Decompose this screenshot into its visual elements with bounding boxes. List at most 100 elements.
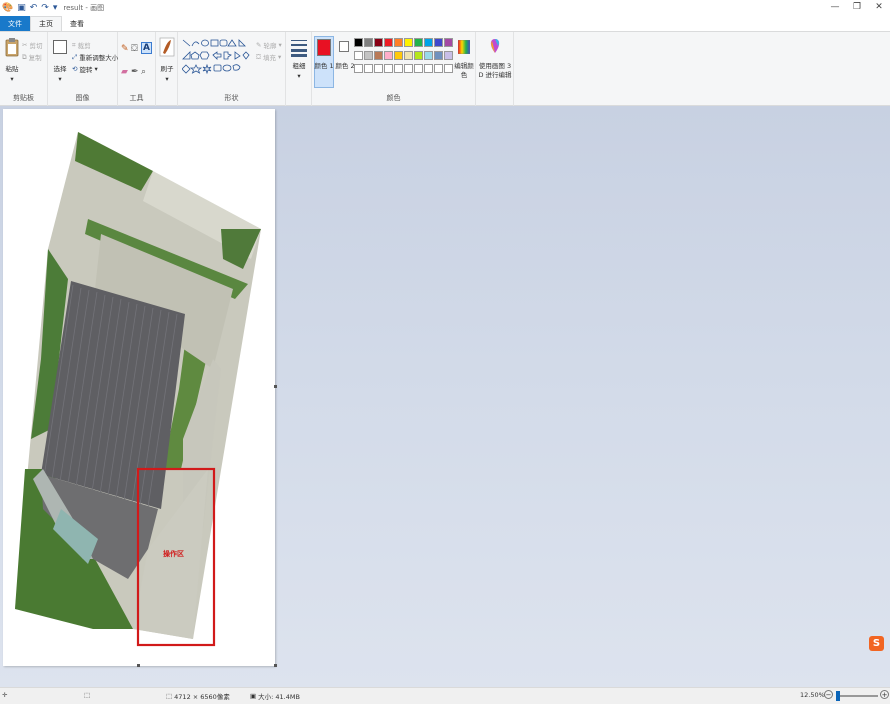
outline-icon: ✎ — [256, 41, 262, 49]
brushes-dropdown-icon[interactable]: ▾ — [156, 75, 178, 84]
palette-color-swatch[interactable] — [434, 38, 443, 47]
brushes-button[interactable]: 刷子 — [156, 65, 178, 74]
ime-icon[interactable]: S — [869, 636, 884, 651]
close-button[interactable]: ✕ — [868, 0, 890, 14]
cut-button[interactable]: ✂ 剪切 — [22, 40, 42, 50]
annotation-label: 操作区 — [163, 550, 184, 558]
outline-button[interactable]: ✎ 轮廓 ▾ — [256, 40, 282, 50]
palette-color-swatch[interactable] — [434, 64, 443, 73]
size-group: 粗细 ▾ — [286, 32, 312, 106]
resize-handle-right[interactable] — [274, 385, 277, 388]
paste-button[interactable]: 粘贴 — [2, 65, 22, 74]
selection-size-icon: ⬚ — [84, 691, 91, 699]
palette-color-swatch[interactable] — [364, 38, 373, 47]
palette-color-swatch[interactable] — [404, 38, 413, 47]
canvas[interactable]: 操作区 — [3, 109, 275, 666]
palette-color-swatch[interactable] — [384, 38, 393, 47]
fill-button[interactable]: ⛋ 填充 ▾ — [256, 52, 281, 63]
size-dropdown-icon[interactable]: ▾ — [286, 72, 312, 81]
tab-file[interactable]: 文件 — [0, 16, 30, 31]
palette-color-swatch[interactable] — [424, 38, 433, 47]
paint3d-group: 使用画图 3 D 进行编辑 — [476, 32, 514, 106]
palette-color-swatch[interactable] — [374, 38, 383, 47]
palette-color-swatch[interactable] — [414, 51, 423, 60]
palette-color-swatch[interactable] — [364, 64, 373, 73]
rotate-dropdown-icon: ▾ — [94, 65, 98, 73]
edit-colors-button[interactable]: 编辑颜色 — [454, 62, 474, 80]
quick-access-toolbar: 🎨 ▣ ↶ ↷ ▾ — [0, 2, 57, 14]
zoom-in-button[interactable]: + — [880, 690, 889, 699]
edit-colors-icon[interactable] — [458, 40, 470, 54]
palette-color-swatch[interactable] — [414, 38, 423, 47]
zoom-slider-track[interactable] — [838, 695, 878, 697]
eraser-icon[interactable]: ▰ — [121, 67, 128, 77]
palette-color-swatch[interactable] — [384, 64, 393, 73]
palette-color-swatch[interactable] — [414, 64, 423, 73]
undo-icon[interactable]: ↶ — [30, 2, 38, 14]
zoom-out-button[interactable]: − — [824, 690, 833, 699]
copy-button[interactable]: ⧉ 复制 — [22, 52, 42, 63]
palette-color-swatch[interactable] — [354, 38, 363, 47]
magnifier-icon[interactable]: ⌕ — [141, 67, 146, 77]
zoom-slider-thumb[interactable] — [836, 691, 840, 701]
paste-dropdown-icon[interactable]: ▾ — [2, 75, 22, 84]
paste-icon[interactable] — [4, 37, 20, 57]
tab-home[interactable]: 主页 — [30, 16, 62, 31]
resize-handle-bottom[interactable] — [137, 664, 140, 667]
color2-swatch[interactable] — [339, 41, 349, 52]
palette-color-swatch[interactable] — [384, 51, 393, 60]
palette-color-swatch[interactable] — [424, 51, 433, 60]
palette-color-swatch[interactable] — [444, 64, 453, 73]
paint3d-icon[interactable] — [488, 38, 502, 54]
fill-bucket-icon[interactable]: ⛋ — [131, 44, 138, 54]
palette-color-swatch[interactable] — [394, 51, 403, 60]
customize-dropdown-icon[interactable]: ▾ — [53, 2, 58, 14]
image-dimensions-icon: ⬚ — [166, 692, 173, 700]
palette-color-swatch[interactable] — [434, 51, 443, 60]
shapes-group-label: 形状 — [224, 94, 239, 102]
rotate-icon: ⟲ — [72, 65, 78, 73]
palette-color-swatch[interactable] — [404, 51, 413, 60]
palette-color-swatch[interactable] — [394, 64, 403, 73]
minimize-button[interactable]: — — [824, 0, 846, 14]
palette-color-swatch[interactable] — [394, 38, 403, 47]
paint-app-icon: 🎨 — [2, 3, 14, 13]
window-title: result - 画图 — [63, 4, 105, 12]
colors-group-label: 颜色 — [386, 94, 401, 102]
tools-group: ✎ ⛋ A ▰ ✒ ⌕ 工具 — [118, 32, 156, 106]
palette-color-swatch[interactable] — [444, 51, 453, 60]
select-button[interactable]: 选择 — [50, 65, 70, 74]
resize-button[interactable]: ⤢ 重新调整大小 — [72, 52, 118, 63]
maximize-button[interactable]: ❐ — [846, 0, 868, 14]
paint3d-button[interactable]: 使用画图 3 D 进行编辑 — [477, 62, 513, 80]
select-dropdown-icon[interactable]: ▾ — [50, 75, 70, 84]
aerial-photo — [15, 132, 261, 647]
text-tool-icon[interactable]: A — [141, 42, 152, 54]
resize-handle-corner[interactable] — [274, 664, 277, 667]
tab-view[interactable]: 查看 — [62, 16, 92, 31]
palette-color-swatch[interactable] — [364, 51, 373, 60]
shapes-gallery[interactable] — [182, 39, 258, 81]
size-button[interactable]: 粗细 — [286, 62, 312, 71]
palette-color-swatch[interactable] — [354, 51, 363, 60]
status-bar: ✛ ⬚ ⬚ 4712 × 6560像素 ▣ 大小: 41.4MB 12.50% … — [0, 687, 890, 704]
palette-color-swatch[interactable] — [404, 64, 413, 73]
crop-button[interactable]: ⌗ 裁剪 — [72, 40, 91, 51]
color-picker-icon[interactable]: ✒ — [131, 67, 139, 77]
pencil-icon[interactable]: ✎ — [121, 44, 129, 54]
palette-color-swatch[interactable] — [374, 64, 383, 73]
canvas-workspace[interactable]: 操作区 S — [0, 106, 890, 687]
line-size-icon[interactable] — [291, 39, 307, 57]
palette-color-swatch[interactable] — [354, 64, 363, 73]
redo-icon[interactable]: ↷ — [41, 2, 49, 14]
rotate-button[interactable]: ⟲ 旋转 ▾ — [72, 64, 98, 74]
save-icon[interactable]: ▣ — [17, 2, 26, 14]
color2-label[interactable]: 颜色 2 — [335, 62, 355, 71]
palette-color-swatch[interactable] — [374, 51, 383, 60]
palette-color-swatch[interactable] — [424, 64, 433, 73]
brush-icon[interactable] — [159, 37, 175, 59]
fill-icon: ⛋ — [256, 52, 261, 61]
select-icon[interactable] — [53, 40, 67, 54]
file-size: ▣ 大小: 41.4MB — [250, 692, 300, 701]
palette-color-swatch[interactable] — [444, 38, 453, 47]
